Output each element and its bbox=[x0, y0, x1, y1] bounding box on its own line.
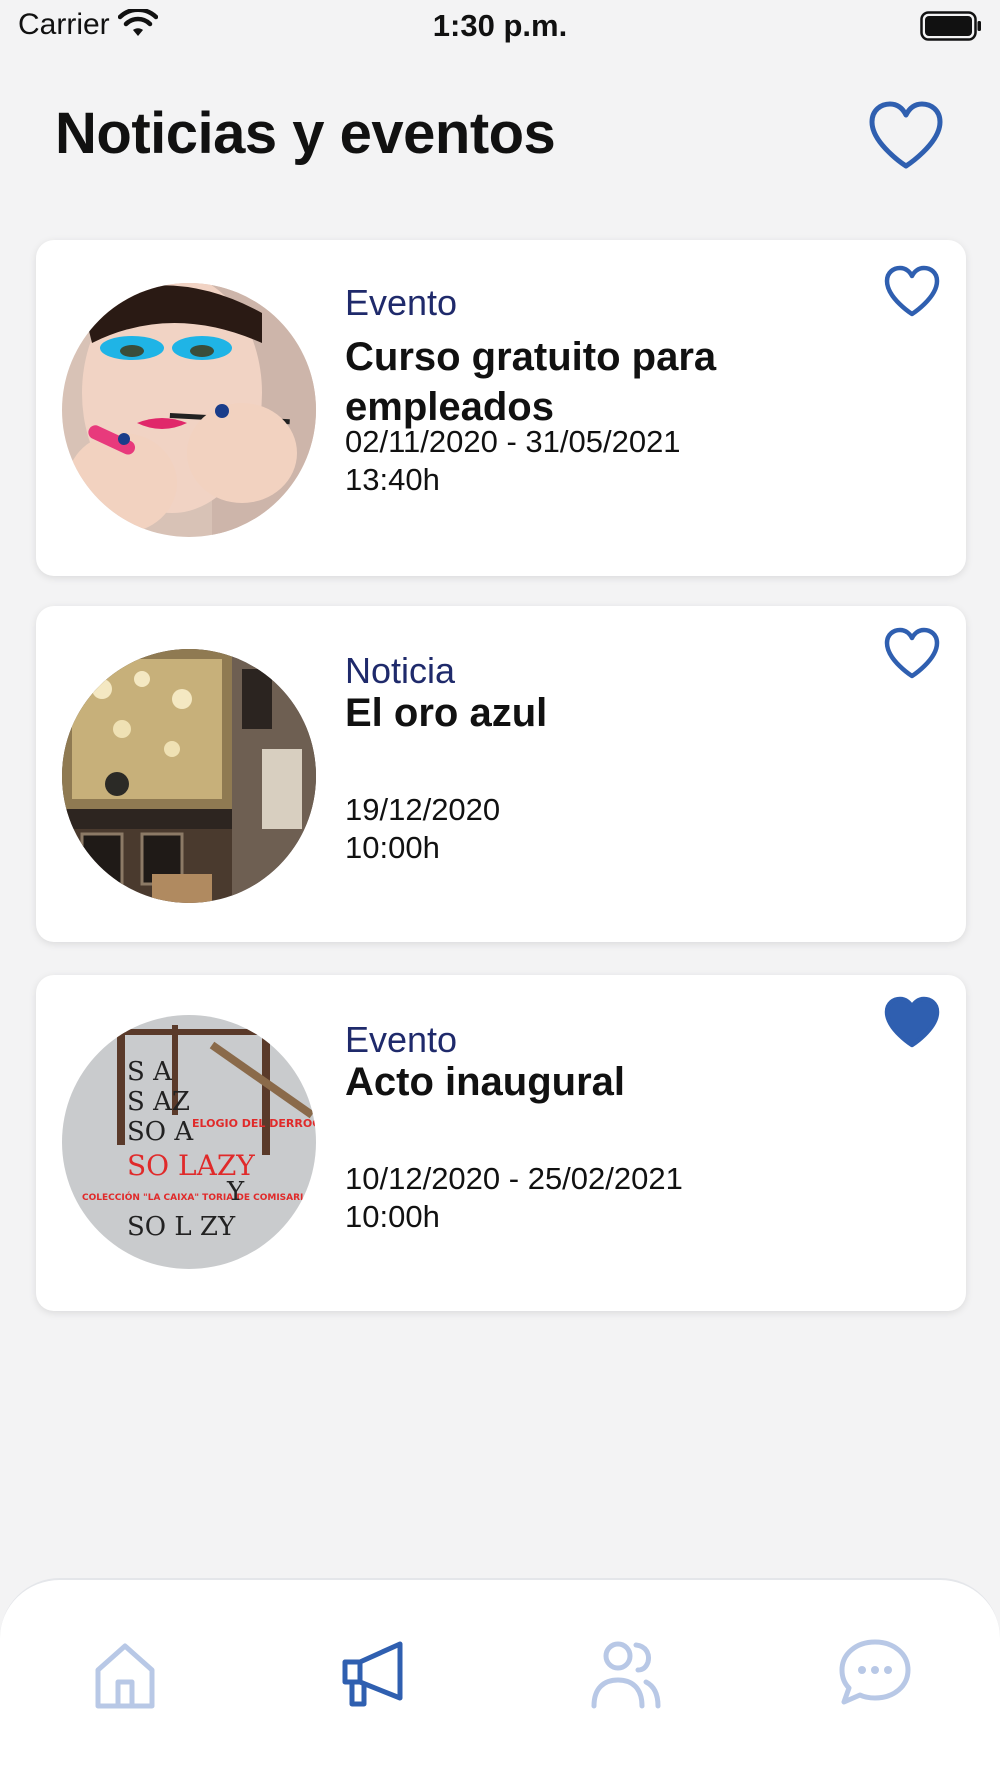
nav-contacts[interactable] bbox=[580, 1632, 670, 1712]
card-image-shop bbox=[62, 649, 316, 903]
favorite-heart-filled-icon[interactable] bbox=[882, 995, 942, 1051]
card-type-label: Evento bbox=[345, 1019, 458, 1060]
svg-text:S A: S A bbox=[127, 1057, 173, 1087]
shop-window-photo-icon bbox=[62, 649, 316, 903]
news-events-screen: Carrier 1:30 p.m. Noticias y eventos Eve… bbox=[0, 0, 1000, 1778]
poster-caption: COLECCIÓN "LA CAIXA" TORIA DE COMISARIAD… bbox=[82, 1191, 316, 1203]
battery-icon bbox=[920, 11, 981, 41]
status-bar: Carrier 1:30 p.m. bbox=[0, 0, 1000, 56]
megaphone-icon bbox=[342, 1641, 403, 1707]
makeup-photo-icon bbox=[62, 283, 316, 537]
svg-text:SO A: SO A bbox=[127, 1117, 194, 1147]
card-time: 13:40h bbox=[345, 462, 440, 497]
card-date: 19/12/2020 bbox=[345, 792, 501, 827]
svg-text:SO L ZY: SO L ZY bbox=[127, 1212, 236, 1242]
card-time: 10:00h bbox=[345, 1199, 440, 1234]
card-type-label: Noticia bbox=[345, 650, 456, 691]
news-card[interactable]: S A S AZ SO A ELOGIO DEL DERROCHE SO LAZ… bbox=[36, 975, 966, 1311]
news-card[interactable]: Evento Curso gratuito para empleados 02/… bbox=[36, 240, 966, 576]
card-image-makeup bbox=[62, 283, 316, 537]
card-date: 10/12/2020 - 25/02/2021 bbox=[345, 1161, 683, 1196]
card-title: Acto inaugural bbox=[345, 1060, 626, 1104]
home-icon bbox=[95, 1643, 155, 1709]
svg-text:S AZ: S AZ bbox=[127, 1087, 190, 1117]
status-time: 1:30 p.m. bbox=[432, 8, 568, 43]
favorites-heart-icon[interactable] bbox=[866, 100, 946, 172]
card-image-poster: S A S AZ SO A ELOGIO DEL DERROCHE SO LAZ… bbox=[62, 1015, 316, 1269]
favorite-heart-icon[interactable] bbox=[882, 264, 942, 320]
news-card[interactable]: Noticia El oro azul 19/12/2020 10:00h bbox=[36, 606, 966, 942]
card-time: 10:00h bbox=[345, 830, 440, 865]
favorite-heart-icon[interactable] bbox=[882, 626, 942, 682]
card-date: 02/11/2020 - 31/05/2021 bbox=[345, 424, 681, 459]
page-title: Noticias y eventos bbox=[55, 101, 556, 166]
poster-subtitle: ELOGIO DEL DERROCHE bbox=[192, 1117, 316, 1130]
nav-home[interactable] bbox=[80, 1632, 170, 1712]
svg-text:Y: Y bbox=[226, 1177, 245, 1207]
card-type-label: Evento bbox=[345, 282, 458, 323]
card-title: El oro azul bbox=[345, 691, 548, 735]
bottom-nav bbox=[0, 1578, 1000, 1778]
nav-news[interactable] bbox=[330, 1632, 420, 1712]
card-title: Curso gratuito para empleados bbox=[345, 335, 717, 429]
exhibition-poster-icon: S A S AZ SO A ELOGIO DEL DERROCHE SO LAZ… bbox=[62, 1015, 316, 1269]
users-icon bbox=[591, 1641, 661, 1709]
chat-bubble-icon bbox=[839, 1639, 911, 1705]
nav-chat[interactable] bbox=[830, 1632, 920, 1712]
